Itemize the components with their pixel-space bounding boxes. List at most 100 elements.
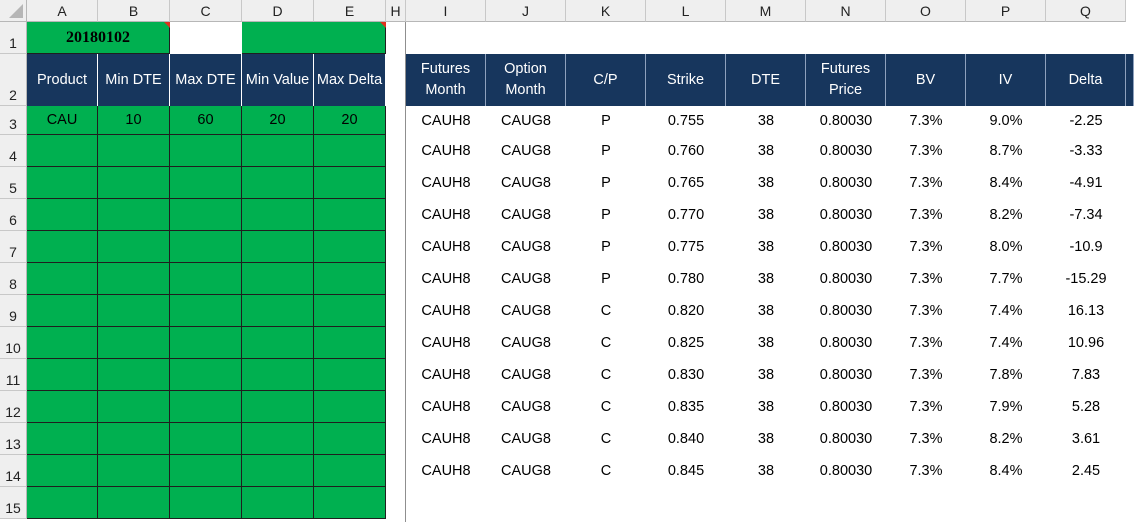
input-cell[interactable]	[98, 423, 170, 455]
input-cell[interactable]	[27, 231, 98, 263]
column-header-c[interactable]: C	[170, 0, 242, 22]
input-cell[interactable]	[314, 231, 386, 263]
input-cell[interactable]	[27, 295, 98, 327]
result-cell[interactable]: 0.755	[646, 106, 726, 135]
input-header-min-dte[interactable]: Min DTE	[98, 54, 170, 106]
result-cell[interactable]: 0.765	[646, 167, 726, 199]
input-cell[interactable]	[170, 423, 242, 455]
result-cell[interactable]: 38	[726, 231, 806, 263]
result-cell[interactable]: 7.3%	[886, 327, 966, 359]
input-cell[interactable]	[98, 231, 170, 263]
result-cell[interactable]: 0.820	[646, 295, 726, 327]
result-cell[interactable]: CAUG8	[486, 359, 566, 391]
input-cell[interactable]	[98, 295, 170, 327]
result-header-bv[interactable]: BV	[886, 54, 966, 106]
result-cell[interactable]: C	[566, 423, 646, 455]
result-cell[interactable]: 0.840	[646, 423, 726, 455]
result-cell[interactable]: 2.45	[1046, 455, 1126, 487]
result-cell[interactable]: 7.3%	[886, 106, 966, 135]
result-cell[interactable]: 8.2%	[966, 199, 1046, 231]
input-cell[interactable]	[314, 135, 386, 167]
result-cell[interactable]: 38	[726, 167, 806, 199]
result-cell[interactable]: CAUG8	[486, 295, 566, 327]
column-header-e[interactable]: E	[314, 0, 386, 22]
input-cell[interactable]	[242, 167, 314, 199]
result-header-dte[interactable]: DTE	[726, 54, 806, 106]
input-cell[interactable]	[98, 263, 170, 295]
result-cell[interactable]: -4.91	[1046, 167, 1126, 199]
input-cell[interactable]	[242, 199, 314, 231]
input-cell[interactable]	[98, 327, 170, 359]
result-cell[interactable]: P	[566, 231, 646, 263]
column-header-d[interactable]: D	[242, 0, 314, 22]
result-cell[interactable]: 7.3%	[886, 199, 966, 231]
result-cell[interactable]: CAUG8	[486, 263, 566, 295]
result-cell[interactable]: 9.0%	[966, 106, 1046, 135]
result-cell[interactable]: 5.28	[1046, 391, 1126, 423]
cell-d1[interactable]	[242, 22, 386, 54]
result-cell[interactable]: 7.8%	[966, 359, 1046, 391]
input-value-max-dte[interactable]: 60	[170, 106, 242, 135]
input-cell[interactable]	[314, 263, 386, 295]
result-cell[interactable]: 0.80030	[806, 231, 886, 263]
result-header-c-p[interactable]: C/P	[566, 54, 646, 106]
input-cell[interactable]	[98, 167, 170, 199]
result-cell[interactable]: 0.835	[646, 391, 726, 423]
row-header-1[interactable]: 1	[0, 22, 27, 54]
result-cell[interactable]: 7.3%	[886, 167, 966, 199]
column-header-l[interactable]: L	[646, 0, 726, 22]
input-cell[interactable]	[314, 487, 386, 519]
input-cell[interactable]	[98, 135, 170, 167]
input-cell[interactable]	[98, 199, 170, 231]
row-header-9[interactable]: 9	[0, 295, 27, 327]
input-cell[interactable]	[170, 455, 242, 487]
input-cell[interactable]	[27, 423, 98, 455]
input-cell[interactable]	[314, 167, 386, 199]
result-cell[interactable]: CAUG8	[486, 391, 566, 423]
column-header-p[interactable]: P	[966, 0, 1046, 22]
result-cell[interactable]: 38	[726, 423, 806, 455]
result-cell[interactable]: 0.80030	[806, 167, 886, 199]
input-header-max-delta[interactable]: Max Delta	[314, 54, 386, 106]
result-cell[interactable]: 7.3%	[886, 231, 966, 263]
input-cell[interactable]	[170, 295, 242, 327]
result-cell[interactable]: 38	[726, 391, 806, 423]
column-header-h[interactable]: H	[386, 0, 406, 22]
result-cell[interactable]: CAUH8	[406, 263, 486, 295]
result-cell[interactable]: 10.96	[1046, 327, 1126, 359]
result-cell[interactable]: 0.775	[646, 231, 726, 263]
result-cell[interactable]: 0.80030	[806, 327, 886, 359]
result-cell[interactable]: C	[566, 327, 646, 359]
column-header-n[interactable]: N	[806, 0, 886, 22]
result-cell[interactable]: 0.760	[646, 135, 726, 167]
result-cell[interactable]: CAUH8	[406, 327, 486, 359]
result-cell[interactable]: 38	[726, 199, 806, 231]
result-cell[interactable]: CAUH8	[406, 359, 486, 391]
result-cell[interactable]: 7.3%	[886, 263, 966, 295]
result-cell[interactable]: -3.33	[1046, 135, 1126, 167]
input-cell[interactable]	[314, 295, 386, 327]
column-header-o[interactable]: O	[886, 0, 966, 22]
result-cell[interactable]: CAUH8	[406, 106, 486, 135]
column-header-k[interactable]: K	[566, 0, 646, 22]
result-cell[interactable]: CAUH8	[406, 391, 486, 423]
column-header-a[interactable]: A	[27, 0, 98, 22]
result-cell[interactable]: CAUG8	[486, 327, 566, 359]
result-cell[interactable]: 7.83	[1046, 359, 1126, 391]
result-cell[interactable]: CAUH8	[406, 199, 486, 231]
input-value-product[interactable]: CAU	[27, 106, 98, 135]
result-cell[interactable]: 7.4%	[966, 327, 1046, 359]
input-cell[interactable]	[27, 167, 98, 199]
comment-indicator-icon[interactable]	[380, 22, 386, 28]
result-cell[interactable]: 8.0%	[966, 231, 1046, 263]
result-cell[interactable]: 0.80030	[806, 455, 886, 487]
date-cell[interactable]: 20180102	[27, 22, 170, 54]
result-cell[interactable]: 0.830	[646, 359, 726, 391]
row-header-3[interactable]: 3	[0, 106, 27, 135]
result-cell[interactable]: CAUH8	[406, 135, 486, 167]
row-header-11[interactable]: 11	[0, 359, 27, 391]
result-cell[interactable]: 0.845	[646, 455, 726, 487]
result-cell[interactable]: 7.3%	[886, 423, 966, 455]
input-cell[interactable]	[314, 359, 386, 391]
result-cell[interactable]: -15.29	[1046, 263, 1126, 295]
